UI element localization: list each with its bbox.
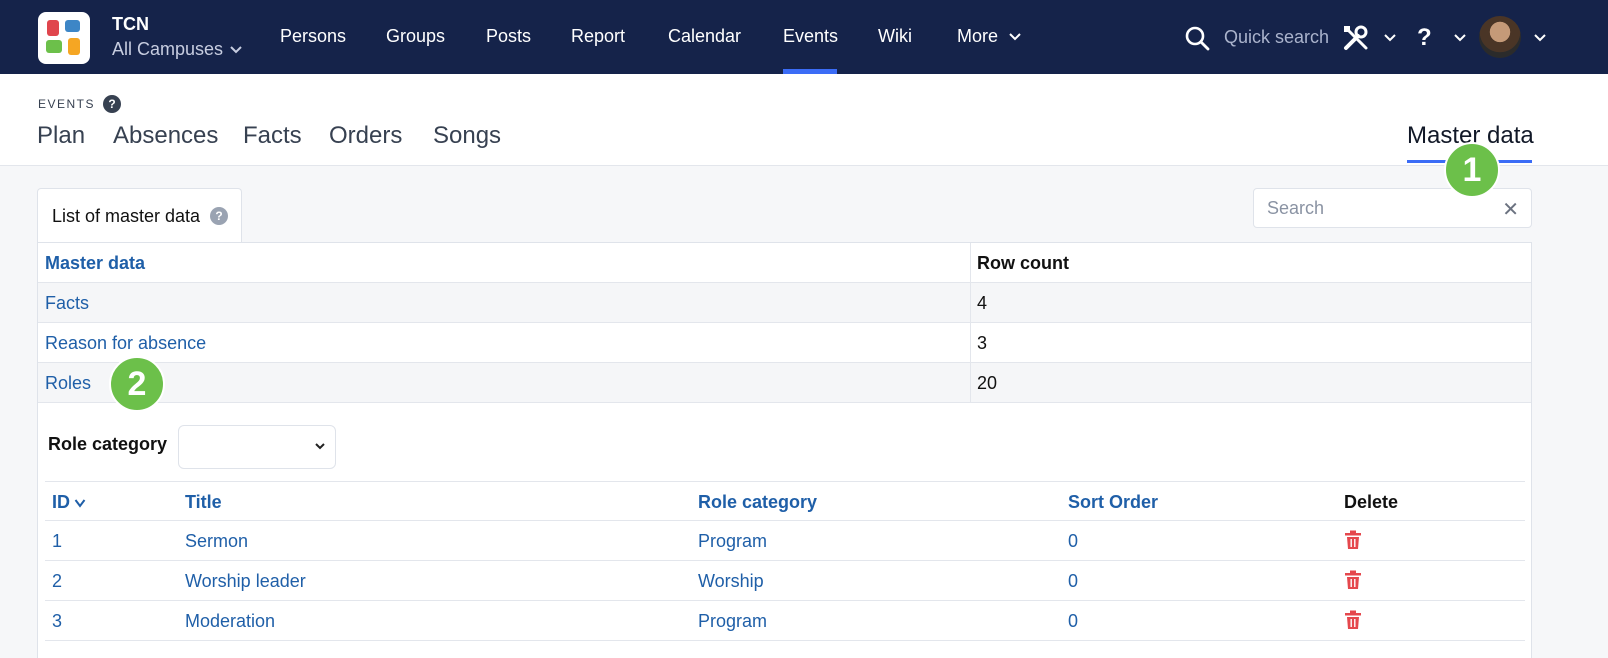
role-id[interactable]: 2 [52, 571, 62, 592]
trash-icon[interactable] [1344, 610, 1362, 630]
org-name: TCN [112, 14, 149, 34]
table-row: 1 Sermon Program 0 [45, 521, 1525, 561]
search-input[interactable] [1254, 189, 1484, 227]
master-data-link-reason-for-absence[interactable]: Reason for absence [45, 333, 206, 354]
column-header-sort-order[interactable]: Sort Order [1068, 492, 1158, 513]
campus-selector[interactable]: All Campuses [112, 39, 243, 60]
role-id[interactable]: 1 [52, 531, 62, 552]
chevron-down-icon [230, 45, 242, 53]
role-sort-order[interactable]: 0 [1068, 611, 1078, 632]
column-divider [970, 323, 971, 363]
search-icon[interactable] [1184, 25, 1210, 51]
chevron-down-icon [315, 443, 325, 450]
role-category[interactable]: Worship [698, 571, 764, 592]
campus-label: All Campuses [112, 39, 224, 59]
role-id[interactable]: 3 [52, 611, 62, 632]
tab-facts[interactable]: Facts [243, 122, 302, 150]
table-row[interactable]: Reason for absence 3 [38, 323, 1531, 363]
column-header-id-label: ID [52, 492, 70, 512]
nav-wiki[interactable]: Wiki [878, 26, 912, 47]
nav-more-label: More [957, 26, 999, 46]
nav-report[interactable]: Report [571, 26, 625, 47]
master-data-link-roles[interactable]: Roles [45, 373, 91, 394]
sort-desc-icon [74, 498, 86, 508]
search-box: ✕ [1253, 188, 1532, 228]
table-row: 3 Moderation Program 0 [45, 601, 1525, 641]
nav-groups[interactable]: Groups [386, 26, 445, 47]
trash-icon[interactable] [1344, 570, 1362, 590]
row-count: 3 [977, 333, 988, 353]
nav-persons[interactable]: Persons [280, 26, 346, 47]
step-marker-1: 1 [1444, 142, 1500, 198]
list-tab-label: List of master data [52, 205, 201, 226]
master-data-panel: Master data Row count Facts 4 Reason for… [37, 242, 1532, 658]
table-row: 2 Worship leader Worship 0 [45, 561, 1525, 601]
tab-absences[interactable]: Absences [113, 122, 218, 150]
help-icon[interactable]: ? [1417, 24, 1432, 52]
column-header-role-category[interactable]: Role category [698, 492, 817, 513]
role-sort-order[interactable]: 0 [1068, 531, 1078, 552]
top-navbar: TCN All Campuses Persons Groups Posts Re… [0, 0, 1608, 74]
roles-table-header: ID Title Role category Sort Order Delete [45, 481, 1525, 521]
nav-events[interactable]: Events [783, 26, 838, 47]
nav-calendar[interactable]: Calendar [668, 26, 741, 47]
row-count: 4 [977, 293, 988, 313]
table-header-row: Master data Row count [38, 243, 1531, 283]
column-header-delete: Delete [1344, 492, 1399, 512]
step-marker-2: 2 [109, 356, 165, 412]
column-header-row-count: Row count [977, 253, 1069, 273]
tab-songs[interactable]: Songs [433, 122, 501, 150]
church-logo[interactable] [38, 12, 90, 64]
tools-icon[interactable] [1342, 24, 1370, 52]
chevron-down-icon[interactable] [1453, 33, 1467, 43]
help-icon[interactable]: ? [103, 95, 122, 113]
section-title: EVENTS [38, 97, 96, 111]
role-category-filter-label: Role category [48, 434, 168, 454]
events-subheader: EVENTS ? Plan Absences Facts Orders Song… [0, 74, 1608, 166]
row-count: 20 [977, 373, 998, 393]
master-data-link-facts[interactable]: Facts [45, 293, 89, 314]
role-category-select[interactable] [178, 425, 336, 469]
column-header-id[interactable]: ID [52, 492, 86, 513]
help-icon[interactable]: ? [210, 207, 229, 225]
role-category[interactable]: Program [698, 531, 767, 552]
table-row[interactable]: Roles 20 [38, 363, 1531, 403]
role-title[interactable]: Worship leader [185, 571, 306, 592]
chevron-down-icon[interactable] [1533, 33, 1547, 43]
close-icon[interactable]: ✕ [1502, 197, 1519, 222]
role-sort-order[interactable]: 0 [1068, 571, 1078, 592]
list-master-data-tab[interactable]: List of master data ? [37, 188, 242, 243]
table-row[interactable]: Facts 4 [38, 283, 1531, 323]
column-divider [970, 283, 971, 323]
tab-orders[interactable]: Orders [329, 122, 402, 150]
user-avatar[interactable] [1479, 16, 1521, 58]
role-title[interactable]: Moderation [185, 611, 275, 632]
role-title[interactable]: Sermon [185, 531, 248, 552]
column-divider [970, 363, 971, 403]
column-divider [970, 243, 971, 283]
chevron-down-icon[interactable] [1383, 33, 1397, 43]
tab-plan[interactable]: Plan [37, 122, 85, 150]
column-header-title[interactable]: Title [185, 492, 222, 513]
nav-posts[interactable]: Posts [486, 26, 531, 47]
nav-more[interactable]: More [957, 26, 1022, 47]
column-header-master-data[interactable]: Master data [45, 253, 145, 274]
quick-search-label[interactable]: Quick search [1224, 27, 1329, 48]
role-category[interactable]: Program [698, 611, 767, 632]
trash-icon[interactable] [1344, 530, 1362, 550]
chevron-down-icon [1009, 32, 1021, 40]
section-label: EVENTS ? [38, 95, 122, 113]
